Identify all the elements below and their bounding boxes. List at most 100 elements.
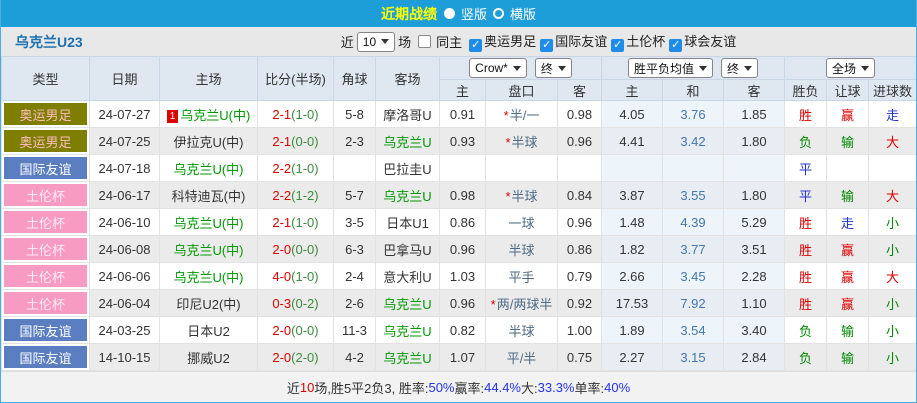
sub-header-handicap-away: 客 [557,79,602,101]
sub-header-avg-away: 客 [722,79,786,101]
avg-home-odds: 1.82 [601,235,663,263]
handicap-away-odds: 0.84 [557,181,602,209]
match-date: 24-07-25 [89,127,160,155]
match-date: 24-06-06 [89,262,160,290]
competition-checkbox-1[interactable]: ✓ [540,39,554,52]
match-date: 24-06-17 [89,181,160,209]
recent-count-select[interactable]: 10 [356,31,396,52]
away-team: 摩洛哥U [375,100,440,128]
sub-header-let: 让球 [826,79,870,101]
score: 2-2(1-2) [257,181,334,209]
scope-select-cell: 全场 [784,56,916,80]
handicap-result: 赢 [826,289,870,317]
summary-segment: 40% [604,379,631,395]
rank-badge: 1 [166,109,179,123]
avg-away-odds: 1.10 [722,289,786,317]
handicap-line: 平/半 [485,343,558,371]
avg-away-odds: 3.51 [722,235,786,263]
competition-checkbox-2[interactable]: ✓ [611,39,625,52]
handicap-home-odds [439,154,486,182]
summary-segment: 33.3% [537,379,575,395]
competition-checkbox-3[interactable]: ✓ [669,39,683,52]
away-team: 乌克兰U [375,127,440,155]
handicap-star: * [503,107,509,123]
handicap-home-odds: 0.82 [439,316,486,344]
chevron-down-icon [557,65,566,71]
avg-away-odds: 2.28 [722,262,786,290]
away-team: 乌克兰U [375,316,440,344]
competition-type: 土伦杯 [1,181,90,209]
col-header-type: 类型 [1,56,90,101]
match-date: 24-06-08 [89,235,160,263]
corner-kicks: 5-7 [333,181,376,209]
goals-result: 小 [868,208,916,236]
avg-draw-odds: 7.92 [662,289,724,317]
score: 2-1(0-0) [257,127,334,155]
summary-segment: 10 [299,379,315,395]
handicap-line [485,154,558,182]
odds-time-select-2[interactable]: 终 [721,58,759,78]
avg-away-odds: 1.80 [722,181,786,209]
handicap-star: * [505,134,511,150]
home-team: 科特迪瓦(中) [159,181,258,209]
competition-checkbox-label: 土伦杯 [626,34,666,49]
avg-home-odds [601,154,663,182]
goals-result: 小 [868,343,916,371]
corner-kicks: 11-3 [333,316,376,344]
handicap-select-cell: Crow* 终 [439,56,602,80]
goals-result: 走 [868,100,916,128]
summary-bar: 近 10 场,胜5平2负3, 胜率: 50% 赢率: 44.4% 大: 33.3% 单率:… [1,371,916,402]
col-header-corner: 角球 [333,56,376,101]
avg-odds-select[interactable]: 胜平负均值 [627,58,713,78]
summary-segment: 场,胜5平2负3, 胜率: [314,380,429,396]
handicap-result [826,154,870,182]
handicap-away-odds: 0.92 [557,289,602,317]
match-date: 24-06-04 [89,289,160,317]
handicap-away-odds: 0.96 [557,208,602,236]
goals-result: 小 [868,289,916,317]
chevron-down-icon [744,65,753,71]
sub-header-handicap: 盘口 [485,79,558,101]
corner-kicks: 4-2 [333,343,376,371]
goals-result: 大 [868,262,916,290]
home-team: 乌克兰U(中) [159,208,258,236]
handicap-line: 平手 [485,262,558,290]
avg-home-odds: 4.05 [601,100,663,128]
avg-draw-odds: 4.39 [662,208,724,236]
away-team: 巴拉圭U [375,154,440,182]
filter-bar: 乌克兰U23 近 10 场 同主 ✓ 奥运男足 ✓ 国际友谊 ✓ 土伦杯 ✓ 球会友谊 [1,27,916,56]
match-row: 国际友谊 14-10-15 挪威U2 2-0(2-0) 4-2 乌克兰U 1.07 平/半 0.… [1,343,916,371]
goals-result: 小 [868,316,916,344]
handicap-home-odds: 0.93 [439,127,486,155]
same-home-checkbox[interactable] [418,35,432,48]
odds-time-select-1[interactable]: 终 [534,58,572,78]
competition-type: 土伦杯 [1,262,90,290]
vertical-radio-selected-icon[interactable] [443,8,455,19]
col-header-score: 比分(半场) [257,56,334,101]
scope-select[interactable]: 全场 [826,58,876,78]
avg-away-odds: 1.80 [722,127,786,155]
summary-segment: 大: [521,380,538,396]
competition-checkbox-0[interactable]: ✓ [469,39,483,52]
home-team: 日本U2 [159,316,258,344]
avg-select-cell: 胜平负均值 终 [600,56,786,80]
summary-segment: 50% [428,379,455,395]
competition-checkbox-group: ✓ 奥运男足 ✓ 国际友谊 ✓ 土伦杯 ✓ 球会友谊 [465,31,736,52]
horizontal-radio-label[interactable]: 横版 [510,4,536,23]
competition-type: 国际友谊 [1,343,90,371]
handicap-away-odds: 0.79 [557,262,602,290]
avg-home-odds: 2.27 [601,343,663,371]
odds-company-select[interactable]: Crow* [469,58,527,78]
score: 2-0(2-0) [257,343,334,371]
avg-home-odds: 17.53 [601,289,663,317]
avg-away-odds: 2.84 [722,343,786,371]
handicap-away-odds [557,154,602,182]
avg-draw-odds: 3.77 [662,235,724,263]
vertical-radio-label[interactable]: 竖版 [461,4,487,23]
horizontal-radio-icon[interactable] [493,8,504,19]
handicap-line: *半球 [485,181,558,209]
handicap-star: * [505,188,511,204]
handicap-star: * [490,296,496,312]
handicap-result: 赢 [826,100,870,128]
competition-type: 奥运男足 [1,100,90,128]
